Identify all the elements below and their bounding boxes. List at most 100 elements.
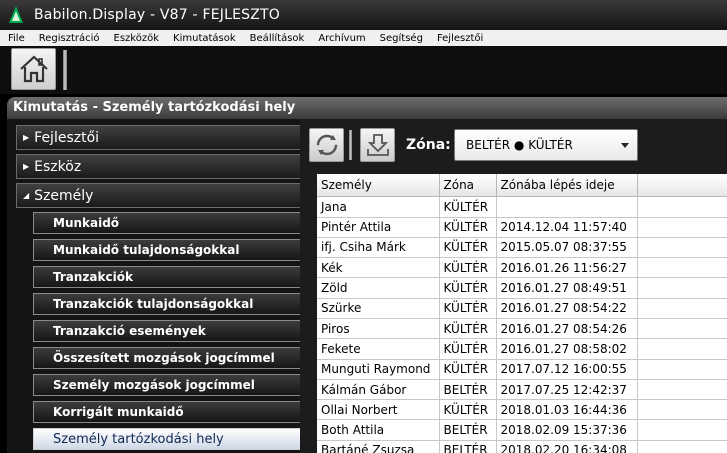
sidebar-item-tranzakciok-tulajdonsagokkal[interactable]: Tranzakciók tulajdonságokkal — [33, 293, 301, 315]
cell-zona: BELTÉR — [439, 440, 497, 453]
cell-filler — [637, 318, 727, 340]
cell-filler — [637, 399, 727, 421]
title-bar: Babilon.Display - V87 - FEJLESZTO — [0, 0, 727, 30]
report-toolbar: Zóna: BELTÉR ● KÜLTÉR — [300, 125, 727, 165]
cell-zona: BELTÉR — [439, 379, 497, 401]
cell-zonaba-lepes-ideje — [496, 196, 638, 218]
sidebar-item-tranzakciok[interactable]: Tranzakciók — [33, 266, 301, 288]
sidebar-group-label: Személy — [34, 187, 94, 204]
chevron-expanded-icon: ◢ — [23, 191, 30, 200]
chevron-right-icon: ▶ — [23, 133, 30, 142]
column-header-filler — [637, 174, 727, 197]
zona-selected-value: BELTÉR ● KÜLTÉR — [466, 138, 573, 152]
cell-szemely: Kálmán Gábor — [317, 379, 440, 401]
table-body: Jana KÜLTÉR Pintér Attila KÜLTÉR 2014.12.04 … — [317, 196, 727, 453]
cell-zona: KÜLTÉR — [439, 399, 497, 421]
cell-zonaba-lepes-ideje: 2017.07.12 16:00:55 — [496, 359, 638, 380]
menu-eszkozok[interactable]: Eszközök — [114, 33, 160, 44]
menu-beallitasok[interactable]: Beállítások — [250, 33, 305, 44]
menu-fejlesztoi[interactable]: Fejlesztői — [437, 33, 483, 44]
app-logo-icon — [9, 6, 23, 23]
zona-label: Zóna: — [406, 137, 451, 153]
window-title: Babilon.Display - V87 - FEJLESZTO — [34, 7, 280, 23]
cell-zonaba-lepes-ideje: 2018.02.09 15:37:36 — [496, 419, 638, 441]
sidebar-item-osszesitett-mozgasok[interactable]: Összesített mozgások jogcímmel — [33, 347, 301, 369]
table-row[interactable]: Kálmán Gábor BELTÉR 2017.07.25 12:42:37 — [317, 379, 727, 401]
table-row[interactable]: Kék KÜLTÉR 2016.01.26 11:56:27 — [317, 257, 727, 279]
sidebar-group-szemely[interactable]: ◢ Személy — [16, 183, 301, 208]
cell-zonaba-lepes-ideje: 2017.07.25 12:42:37 — [496, 379, 638, 401]
table-row[interactable]: Fekete KÜLTÉR 2016.01.27 08:58:02 — [317, 338, 727, 360]
cell-zonaba-lepes-ideje: 2018.02.20 16:34:08 — [496, 440, 638, 453]
cell-szemely: Kék — [317, 257, 440, 279]
cell-filler — [637, 277, 727, 299]
sidebar-group-label: Eszköz — [34, 158, 82, 175]
home-icon — [19, 55, 48, 83]
sidebar-group-eszkoz[interactable]: ▶ Eszköz — [16, 154, 301, 179]
menu-regisztracio[interactable]: Regisztráció — [39, 33, 100, 44]
cell-zona: KÜLTÉR — [439, 338, 497, 360]
cell-zona: KÜLTÉR — [439, 217, 497, 238]
sidebar-item-szemely-tartozkodasi-hely[interactable]: Személy tartózkodási hely — [33, 428, 301, 450]
table-row[interactable]: Szürke KÜLTÉR 2016.01.27 08:54:22 — [317, 298, 727, 319]
cell-filler — [637, 237, 727, 259]
cell-zonaba-lepes-ideje: 2016.01.27 08:58:02 — [496, 338, 638, 360]
refresh-icon — [316, 134, 337, 156]
cell-szemely: Ollai Norbert — [317, 399, 440, 421]
sidebar-item-munkaido-tulajdonsagokkal[interactable]: Munkaidő tulajdonságokkal — [33, 239, 301, 261]
location-table: Személy Zóna Zónába lépés ideje Jana KÜLT… — [317, 174, 727, 453]
cell-filler — [637, 379, 727, 401]
sidebar-item-munkaido[interactable]: Munkaidő — [33, 212, 301, 234]
menu-file[interactable]: File — [8, 33, 25, 44]
cell-zona: KÜLTÉR — [439, 318, 497, 340]
table-row[interactable]: Piros KÜLTÉR 2016.01.27 08:54:26 — [317, 318, 727, 340]
cell-szemely: ifj. Csiha Márk — [317, 237, 440, 259]
table-row[interactable]: Both Attila BELTÉR 2018.02.09 15:37:36 — [317, 419, 727, 441]
cell-zona: KÜLTÉR — [439, 257, 497, 279]
cell-szemely: Jana — [317, 196, 440, 218]
column-header-zonaba-lepes-ideje[interactable]: Zónába lépés ideje — [496, 174, 638, 197]
download-button[interactable] — [360, 128, 395, 162]
cell-zona: KÜLTÉR — [439, 237, 497, 259]
toolbar-separator — [63, 50, 67, 90]
zona-dropdown[interactable]: BELTÉR ● KÜLTÉR — [454, 129, 638, 161]
table-row[interactable]: Pintér Attila KÜLTÉR 2014.12.04 11:57:40 — [317, 217, 727, 238]
table-row[interactable]: ifj. Csiha Márk KÜLTÉR 2015.05.07 08:37:55 — [317, 237, 727, 259]
sidebar-item-korrigalt-munkaido[interactable]: Korrigált munkaidő — [33, 401, 301, 423]
cell-szemely: Both Attila — [317, 419, 440, 441]
cell-filler — [637, 359, 727, 380]
cell-zonaba-lepes-ideje: 2015.05.07 08:37:55 — [496, 237, 638, 259]
refresh-button[interactable] — [309, 128, 344, 162]
column-header-szemely[interactable]: Személy — [317, 174, 440, 197]
cell-szemely: Zöld — [317, 277, 440, 299]
table-row[interactable]: Jana KÜLTÉR — [317, 196, 727, 218]
cell-zonaba-lepes-ideje: 2016.01.27 08:54:22 — [496, 298, 638, 319]
menu-kimutatasok[interactable]: Kimutatások — [173, 33, 236, 44]
cell-szemely: Pintér Attila — [317, 217, 440, 238]
cell-zonaba-lepes-ideje: 2016.01.27 08:49:51 — [496, 277, 638, 299]
sidebar-item-tranzakcio-esemenyek[interactable]: Tranzakció események — [33, 320, 301, 342]
table-row[interactable]: Munguti Raymond KÜLTÉR 2017.07.12 16:00:55 — [317, 359, 727, 380]
cell-szemely: Bartáné Zsuzsa — [317, 440, 440, 453]
menu-bar: File Regisztráció Eszközök Kimutatások B… — [0, 30, 727, 46]
sidebar-group-fejlesztoi[interactable]: ▶ Fejlesztői — [16, 125, 301, 150]
sidebar-item-szemely-mozgasok[interactable]: Személy mozgások jogcímmel — [33, 374, 301, 396]
cell-zonaba-lepes-ideje: 2014.12.04 11:57:40 — [496, 217, 638, 238]
data-grid: Személy Zóna Zónába lépés ideje Jana KÜLT… — [317, 174, 727, 453]
menu-segitseg[interactable]: Segítség — [380, 33, 423, 44]
sidebar-group-label: Fejlesztői — [34, 129, 100, 146]
cell-filler — [637, 298, 727, 319]
cell-szemely: Szürke — [317, 298, 440, 319]
table-row[interactable]: Ollai Norbert KÜLTÉR 2018.01.03 16:44:36 — [317, 399, 727, 421]
cell-zona: KÜLTÉR — [439, 359, 497, 380]
cell-zonaba-lepes-ideje: 2016.01.26 11:56:27 — [496, 257, 638, 279]
menu-archivum[interactable]: Archívum — [318, 33, 365, 44]
cell-zona: BELTÉR — [439, 419, 497, 441]
home-button[interactable] — [11, 48, 56, 90]
table-header-row: Személy Zóna Zónába lépés ideje — [317, 174, 727, 197]
chevron-right-icon: ▶ — [23, 162, 30, 171]
chevron-down-icon — [621, 143, 629, 148]
table-row[interactable]: Zöld KÜLTÉR 2016.01.27 08:49:51 — [317, 277, 727, 299]
table-row[interactable]: Bartáné Zsuzsa BELTÉR 2018.02.20 16:34:08 — [317, 440, 727, 453]
column-header-zona[interactable]: Zóna — [439, 174, 497, 197]
